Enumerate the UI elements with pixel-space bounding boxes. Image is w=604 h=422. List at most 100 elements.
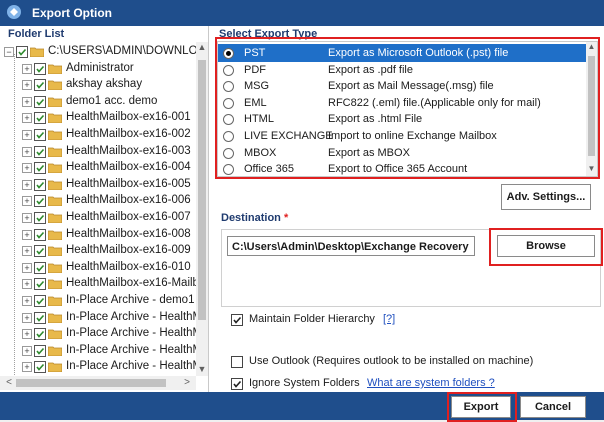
expand-toggle-icon[interactable]: + xyxy=(22,279,32,290)
expand-toggle-icon[interactable]: + xyxy=(22,213,32,223)
folder-vertical-scrollbar[interactable]: ▲ ▼ xyxy=(196,42,208,376)
cancel-button[interactable]: Cancel xyxy=(520,396,586,418)
folder-label: HealthMailbox-ex16-004 xyxy=(66,161,191,174)
tree-item[interactable]: + In-Place Archive - HealthMa xyxy=(0,310,196,326)
folder-checkbox[interactable] xyxy=(34,328,46,341)
expand-toggle-icon[interactable]: + xyxy=(22,329,32,340)
scroll-thumb[interactable] xyxy=(198,60,206,320)
folder-checkbox[interactable] xyxy=(34,344,46,357)
folder-icon xyxy=(48,97,62,107)
tree-item[interactable]: + HealthMailbox-ex16-009 xyxy=(0,243,196,259)
tree-item[interactable]: + HealthMailbox-ex16-Mailbo xyxy=(0,276,196,292)
folder-tree[interactable]: −C:\USERS\ADMIN\DOWNLOADS+Administrator+… xyxy=(0,42,196,376)
expand-toggle-icon[interactable]: + xyxy=(22,80,32,91)
expand-toggle-icon[interactable]: + xyxy=(22,163,32,174)
tree-item[interactable]: + In-Place Archive - demo1 ac xyxy=(0,293,196,309)
expand-toggle-icon[interactable]: + xyxy=(22,63,32,74)
hierarchy-help-link[interactable]: [?] xyxy=(383,313,395,325)
expand-toggle-icon[interactable]: + xyxy=(22,262,32,273)
folder-icon xyxy=(48,113,62,124)
scroll-down-icon[interactable]: ▼ xyxy=(196,364,208,376)
tree-item[interactable]: + HealthMailbox-ex16-001 xyxy=(0,110,196,126)
folder-checkbox[interactable] xyxy=(34,245,46,258)
folder-checkbox[interactable] xyxy=(34,228,46,241)
checkmark-icon xyxy=(36,148,45,156)
folder-label: HealthMailbox-ex16-001 xyxy=(66,111,191,124)
checkmark-icon xyxy=(36,231,45,239)
checkmark-icon xyxy=(36,214,45,222)
expand-toggle-icon[interactable]: + xyxy=(22,146,32,157)
tree-item[interactable]: + HealthMailbox-ex16-010 xyxy=(0,260,196,276)
folder-checkbox[interactable] xyxy=(34,195,46,208)
tree-item[interactable]: + In-Place Archive - HealthMa xyxy=(0,326,196,342)
destination-path-field[interactable]: C:\Users\Admin\Desktop\Exchange Recovery xyxy=(227,236,475,256)
expand-toggle-icon[interactable]: + xyxy=(22,312,32,323)
folder-checkbox[interactable] xyxy=(34,212,46,224)
use-outlook-checkbox[interactable] xyxy=(231,356,243,368)
folder-checkbox[interactable] xyxy=(34,79,46,92)
checkmark-icon xyxy=(36,264,45,272)
expand-toggle-icon[interactable]: + xyxy=(22,296,32,306)
tree-item[interactable]: + HealthMailbox-ex16-003 xyxy=(0,144,196,160)
folder-checkbox[interactable] xyxy=(34,361,46,374)
tree-item[interactable]: + Administrator xyxy=(0,61,196,77)
folder-checkbox[interactable] xyxy=(34,95,46,108)
folder-checkbox[interactable] xyxy=(34,261,46,274)
tree-item[interactable]: + HealthMailbox-ex16-004 xyxy=(0,160,196,176)
folder-icon xyxy=(48,64,62,74)
scroll-left-icon[interactable]: < xyxy=(2,376,16,390)
folder-label: HealthMailbox-ex16-009 xyxy=(66,244,191,257)
scroll-up-icon[interactable]: ▲ xyxy=(196,42,208,54)
folder-checkbox[interactable] xyxy=(34,178,46,191)
browse-button[interactable]: Browse xyxy=(497,235,595,257)
maintain-hierarchy-checkbox[interactable] xyxy=(231,314,243,326)
folder-checkbox[interactable] xyxy=(34,162,46,175)
folder-icon xyxy=(48,279,62,290)
tree-item[interactable]: + In-Place Archive - HealthMa xyxy=(0,359,196,375)
tree-root-item[interactable]: − C:\USERS\ADMIN\DOWNLOADS xyxy=(0,44,196,60)
folder-checkbox[interactable] xyxy=(34,62,46,75)
folder-checkbox[interactable] xyxy=(34,112,46,125)
tree-item[interactable]: + In-Place Archive - HealthMa xyxy=(0,343,196,359)
expand-toggle-icon[interactable]: + xyxy=(22,179,32,190)
tree-item[interactable]: + HealthMailbox-ex16-008 xyxy=(0,227,196,243)
folder-icon xyxy=(48,180,62,190)
folder-checkbox[interactable] xyxy=(34,145,46,158)
destination-label-text: Destination xyxy=(221,212,281,224)
folder-checkbox[interactable] xyxy=(34,278,46,291)
system-folders-help-link[interactable]: What are system folders ? xyxy=(367,377,495,389)
expand-toggle-icon[interactable]: + xyxy=(22,229,32,240)
folder-label: HealthMailbox-ex16-008 xyxy=(66,227,191,240)
folder-checkbox[interactable] xyxy=(34,129,46,141)
expand-toggle-icon[interactable]: + xyxy=(22,96,32,107)
checkmark-icon xyxy=(36,98,45,106)
expand-toggle-icon[interactable]: + xyxy=(22,130,32,140)
expand-toggle-icon[interactable]: + xyxy=(22,246,32,257)
export-button[interactable]: Export xyxy=(451,396,511,418)
scroll-right-icon[interactable]: > xyxy=(180,376,194,390)
expand-toggle-icon[interactable]: + xyxy=(22,362,32,373)
folder-checkbox[interactable] xyxy=(34,295,46,307)
folder-icon xyxy=(48,346,62,356)
tree-item[interactable]: + demo1 acc. demo xyxy=(0,94,196,110)
ignore-system-label: Ignore System Folders xyxy=(249,377,360,389)
destination-label: Destination * xyxy=(221,212,288,224)
tree-item[interactable]: + akshay akshay xyxy=(0,77,196,93)
folder-checkbox[interactable] xyxy=(34,311,46,324)
tree-item[interactable]: + HealthMailbox-ex16-002 xyxy=(0,127,196,143)
folder-icon xyxy=(48,163,62,174)
checkmark-icon xyxy=(36,331,45,338)
adv-settings-button[interactable]: Adv. Settings... xyxy=(501,184,591,210)
ignore-system-checkbox[interactable] xyxy=(231,378,243,390)
tree-item[interactable]: + HealthMailbox-ex16-006 xyxy=(0,193,196,209)
folder-checkbox[interactable] xyxy=(16,46,28,58)
expand-toggle-icon[interactable]: + xyxy=(22,345,32,356)
scroll-thumb[interactable] xyxy=(16,379,166,387)
maintain-hierarchy-label: Maintain Folder Hierarchy xyxy=(249,313,375,325)
tree-item[interactable]: + HealthMailbox-ex16-007 xyxy=(0,210,196,226)
expand-toggle-icon[interactable]: + xyxy=(22,113,32,124)
tree-item[interactable]: + HealthMailbox-ex16-005 xyxy=(0,177,196,193)
expand-toggle-icon[interactable]: − xyxy=(4,47,14,57)
folder-horizontal-scrollbar[interactable]: < > xyxy=(0,376,196,390)
expand-toggle-icon[interactable]: + xyxy=(22,196,32,207)
